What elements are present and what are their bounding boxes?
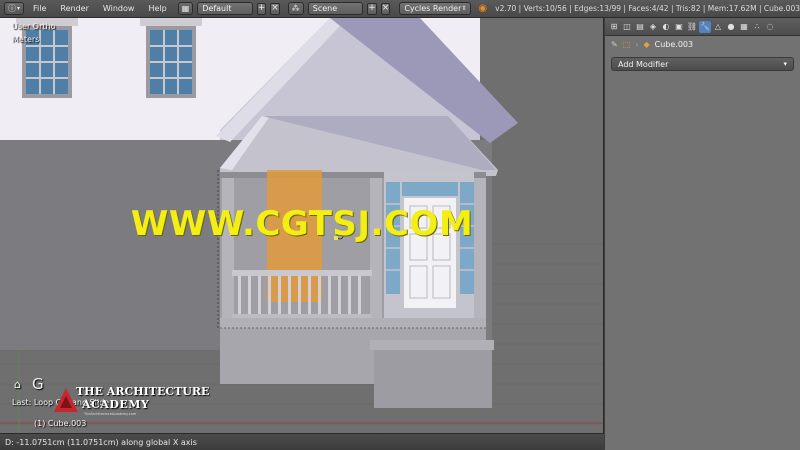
properties-tabs: ⊞ ◫ ▤ ◈ ◐ ▣ ⛓ 🔧 △ ● ▦ ∴ ◌ (605, 18, 800, 36)
data-tab[interactable]: △ (712, 21, 724, 33)
object-type-icon: ⬚ (622, 39, 631, 49)
header-status-text: D: -11.0751cm (11.0751cm) along global X… (0, 433, 604, 450)
blender-window: ⓘ ▾ File Render Window Help ▦ Default + … (0, 0, 800, 450)
object-tab[interactable]: ▣ (673, 21, 685, 33)
menu-file[interactable]: File (28, 4, 51, 13)
close-icon: × (271, 3, 279, 13)
constraints-tab[interactable]: ⛓ (686, 21, 698, 33)
editor-type-button[interactable]: ⓘ ▾ (4, 2, 25, 15)
add-screen-button[interactable]: + (256, 2, 267, 15)
front-steps (374, 348, 492, 408)
scene-field[interactable]: Scene (307, 2, 364, 15)
scene-statistics: v2.70 | Verts:10/56 | Edges:13/99 | Face… (495, 4, 800, 13)
3d-viewport[interactable]: User Ortho Meters WWW.CGTSJ.COM ⌂ G Last… (0, 18, 604, 433)
logo-triangle-icon (54, 388, 78, 412)
breadcrumb-separator: › (635, 39, 639, 49)
plus-icon: + (257, 3, 266, 13)
menu-window[interactable]: Window (98, 4, 140, 13)
logo-line1: THE ARCHITECTURE (76, 385, 210, 398)
render-engine-value: Cycles Render (404, 4, 462, 13)
info-header: ⓘ ▾ File Render Window Help ▦ Default + … (0, 0, 800, 18)
screen-layout-icon-button[interactable]: ▦ (177, 2, 194, 15)
render-layers-tab[interactable]: ▤ (634, 21, 646, 33)
delete-scene-button[interactable]: × (380, 2, 391, 15)
screen-layout-value: Default (202, 4, 232, 13)
transform-readout: D: -11.0751cm (11.0751cm) along global X… (5, 437, 197, 447)
view-name-label: User Ortho (12, 22, 56, 31)
mouse-icon: ⌂ (14, 378, 21, 391)
texture-tab[interactable]: ▦ (738, 21, 750, 33)
logo-tagline: TheArchitectureAcademy.com (84, 412, 137, 416)
layout-grid-icon: ▦ (181, 4, 190, 13)
updown-arrows-icon: ⇕ (461, 5, 467, 12)
properties-editor: ⊞ ◫ ▤ ◈ ◐ ▣ ⛓ 🔧 △ ● ▦ ∴ ◌ ✎ ⬚ › ◆ Cube.0… (605, 18, 800, 450)
world-tab[interactable]: ◐ (660, 21, 672, 33)
add-scene-button[interactable]: + (367, 2, 377, 15)
add-modifier-label: Add Modifier (618, 59, 669, 69)
chevron-down-icon: ▾ (783, 60, 787, 68)
pin-icon[interactable]: ✎ (611, 40, 618, 49)
menu-render[interactable]: Render (55, 4, 93, 13)
upper-window-right (140, 18, 202, 98)
editor-type-icon[interactable]: ⊞ (608, 21, 620, 33)
scene-icon: ⁂ (291, 4, 300, 13)
material-tab[interactable]: ● (725, 21, 737, 33)
scene-value: Scene (312, 4, 338, 13)
delete-screen-button[interactable]: × (270, 2, 280, 15)
key-display: G (32, 375, 44, 393)
physics-tab[interactable]: ◌ (764, 21, 776, 33)
breadcrumb: ✎ ⬚ › ◆ Cube.003 (605, 36, 800, 52)
close-icon: × (381, 3, 390, 13)
render-engine-dropdown[interactable]: Cycles Render ⇕ (399, 2, 472, 15)
logo-line2: ACADEMY (82, 398, 150, 411)
watermark-text: WWW.CGTSJ.COM (130, 204, 474, 244)
porch-railing (232, 270, 372, 276)
info-icon: ⓘ (8, 4, 16, 13)
particles-tab[interactable]: ∴ (751, 21, 763, 33)
add-modifier-dropdown[interactable]: Add Modifier ▾ (611, 57, 794, 71)
menu-help[interactable]: Help (143, 4, 171, 13)
chevron-icon: ▾ (17, 5, 21, 12)
screen-layout-field[interactable]: Default (197, 2, 253, 15)
architecture-academy-logo: THE ARCHITECTURE ACADEMY TheArchitecture… (52, 385, 209, 429)
blender-logo-icon: ◉ (478, 3, 488, 14)
camera-render-tab[interactable]: ◫ (621, 21, 633, 33)
object-name-label: Cube.003 (654, 39, 694, 49)
scene-tab[interactable]: ◈ (647, 21, 659, 33)
plus-icon: + (368, 3, 376, 13)
modifiers-tab[interactable]: 🔧 (699, 20, 711, 33)
mesh-icon: ◆ (643, 39, 650, 49)
scene-icon-button[interactable]: ⁂ (287, 2, 304, 15)
units-label: Meters (12, 35, 40, 44)
